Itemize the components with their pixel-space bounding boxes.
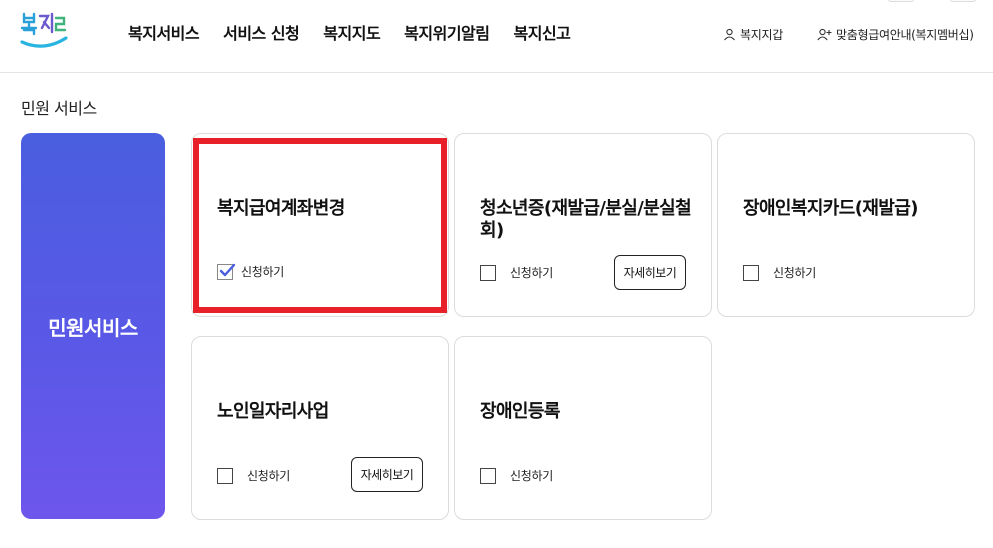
top-tab[interactable] <box>950 0 976 2</box>
apply-checkbox-row[interactable]: 신청하기 <box>217 467 290 484</box>
top-tab[interactable] <box>888 0 914 2</box>
card-title: 노인일자리사업 <box>217 401 329 422</box>
wallet-label: 복지지갑 <box>740 28 783 42</box>
nav-welfare-map[interactable]: 복지지도 <box>323 20 380 44</box>
card-title: 장애인복지카드(재발급) <box>743 198 918 219</box>
apply-label: 신청하기 <box>510 266 553 280</box>
category-civil-service[interactable]: 민원서비스 <box>21 133 165 519</box>
apply-label: 신청하기 <box>241 265 284 279</box>
check-icon <box>219 263 236 276</box>
card-title: 장애인등록 <box>480 401 560 422</box>
apply-checkbox[interactable] <box>480 467 496 484</box>
user-icon <box>724 28 735 41</box>
service-card-disability-registration[interactable]: 장애인등록 신청하기 <box>454 336 712 520</box>
bokjiro-logo[interactable] <box>18 8 70 52</box>
service-card-bank-account-change[interactable]: 복지급여계좌변경 신청하기 <box>191 133 449 317</box>
nav-welfare-crisis-alert[interactable]: 복지위기알림 <box>404 20 490 44</box>
service-card-disability-card[interactable]: 장애인복지카드(재발급) 신청하기 <box>717 133 975 317</box>
apply-checkbox-row[interactable]: 신청하기 <box>480 467 553 484</box>
apply-checkbox[interactable] <box>743 264 759 281</box>
apply-checkbox-row[interactable]: 신청하기 <box>217 263 284 280</box>
bokjiro-logo-icon <box>20 12 68 48</box>
service-card-senior-jobs[interactable]: 노인일자리사업 신청하기 자세히보기 <box>191 336 449 520</box>
apply-checkbox-row[interactable]: 신청하기 <box>480 264 553 281</box>
apply-checkbox[interactable] <box>480 264 496 281</box>
detail-button[interactable]: 자세히보기 <box>614 255 686 290</box>
detail-button[interactable]: 자세히보기 <box>351 457 423 492</box>
nav-welfare-services[interactable]: 복지서비스 <box>128 20 200 44</box>
card-title: 청소년증(재발급/분실/분실철회) <box>480 198 692 241</box>
apply-label: 신청하기 <box>773 266 816 280</box>
wallet-link[interactable]: 복지지갑 <box>723 26 783 43</box>
nav-service-apply[interactable]: 서비스 신청 <box>223 20 300 44</box>
nav-welfare-report[interactable]: 복지신고 <box>514 20 571 44</box>
apply-label: 신청하기 <box>247 469 290 483</box>
service-card-youth-id[interactable]: 청소년증(재발급/분실/분실철회) 신청하기 자세히보기 <box>454 133 712 317</box>
apply-checkbox[interactable] <box>217 467 233 484</box>
user-plus-icon <box>817 28 832 41</box>
apply-checkbox-row[interactable]: 신청하기 <box>743 264 816 281</box>
section-title: 민원 서비스 <box>21 99 97 118</box>
apply-checkbox[interactable] <box>217 263 236 280</box>
custom-benefit-guide-link[interactable]: 맞춤형급여안내(복지멤버십) <box>817 26 974 43</box>
card-title: 복지급여계좌변경 <box>217 198 345 219</box>
apply-label: 신청하기 <box>510 469 553 483</box>
site-header: 복지서비스 서비스 신청 복지지도 복지위기알림 복지신고 복지지갑 맞춤형급여… <box>0 0 993 73</box>
main-nav: 복지서비스 서비스 신청 복지지도 복지위기알림 복지신고 <box>128 20 594 44</box>
guide-label: 맞춤형급여안내(복지멤버십) <box>836 28 974 42</box>
category-label: 민원서비스 <box>48 315 138 340</box>
